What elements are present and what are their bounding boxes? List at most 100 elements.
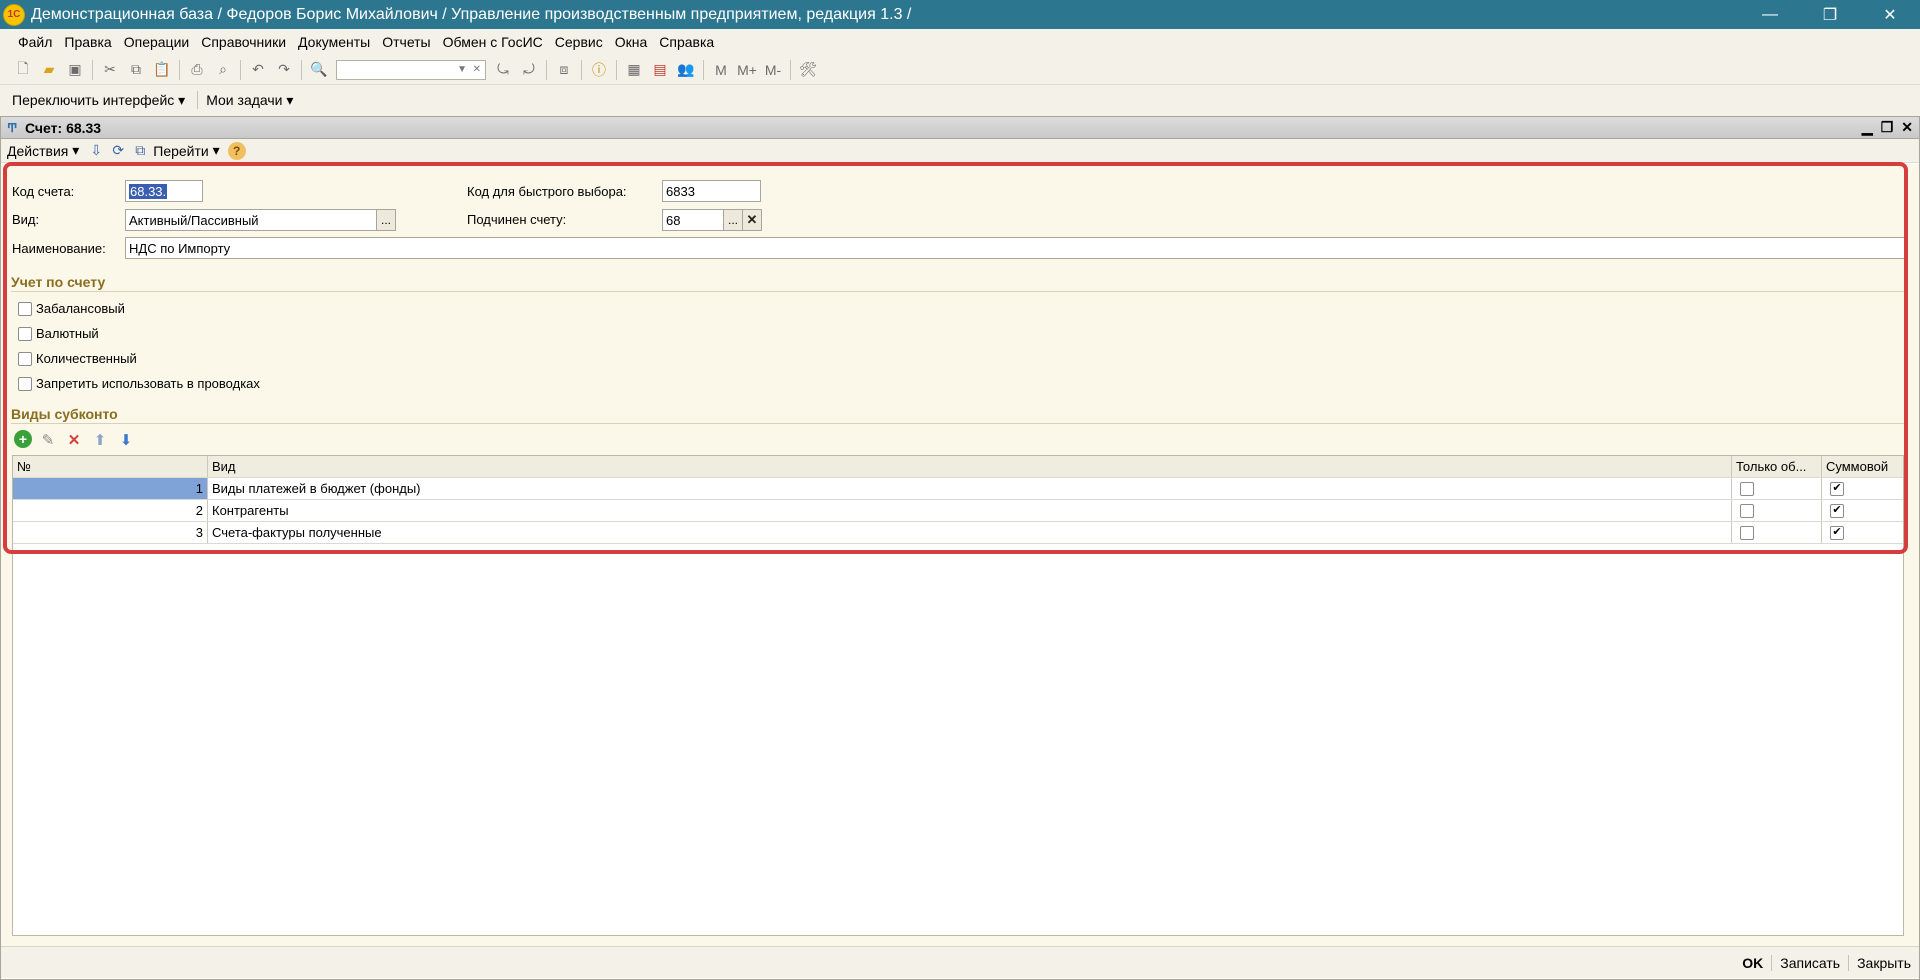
menu-bar: Файл Правка Операции Справочники Докумен… [0, 29, 1920, 55]
row-number[interactable]: 1 [13, 478, 208, 499]
actions-menu-button[interactable]: Действия ▾ [7, 142, 79, 159]
kind-select-button[interactable]: ... [376, 209, 396, 231]
row-kind[interactable]: Контрагенты [208, 500, 1732, 521]
search-icon[interactable]: 🔍 [308, 59, 330, 81]
turnover-only-checkbox[interactable] [1740, 481, 1754, 496]
delete-icon[interactable]: ✕ [64, 430, 84, 450]
menu-documents[interactable]: Документы [298, 34, 370, 50]
copy-icon[interactable]: ⧉ [125, 59, 147, 81]
checkbox-box[interactable] [18, 376, 32, 391]
currency-checkbox[interactable]: Валютный [18, 326, 99, 341]
edit-icon[interactable]: ✎ [38, 430, 58, 450]
undo-icon[interactable]: ↶ [247, 59, 269, 81]
goto-menu-button[interactable]: Перейти ▾ [153, 142, 219, 159]
table-row[interactable]: 3 Счета-фактуры полученные ✔ [13, 522, 1903, 544]
menu-file[interactable]: Файл [18, 34, 52, 50]
column-header-sum[interactable]: Суммовой [1822, 456, 1903, 477]
off-balance-checkbox[interactable]: Забалансовый [18, 301, 125, 316]
cut-icon[interactable]: ✂ [99, 59, 121, 81]
users-icon[interactable]: 👥 [675, 59, 697, 81]
column-header-kind[interactable]: Вид [208, 456, 1732, 477]
menu-gosis-exchange[interactable]: Обмен с ГосИС [443, 34, 543, 50]
parent-select-button[interactable]: ... [723, 209, 743, 231]
menu-windows[interactable]: Окна [615, 34, 648, 50]
row-turnover-only-cell[interactable] [1732, 522, 1822, 543]
tools-icon[interactable]: 🛠 [797, 59, 819, 81]
minimize-button[interactable]: — [1740, 0, 1800, 29]
row-kind[interactable]: Счета-фактуры полученные [208, 522, 1732, 543]
move-up-icon[interactable]: ⬆ [90, 430, 110, 450]
menu-edit[interactable]: Правка [64, 34, 111, 50]
sum-checkbox[interactable]: ✔ [1830, 525, 1844, 540]
close-button[interactable]: Закрыть [1848, 954, 1911, 971]
document-close-icon[interactable]: ✕ [1901, 119, 1913, 136]
menu-reports[interactable]: Отчеты [382, 34, 430, 50]
parent-input[interactable]: 68 [662, 209, 726, 231]
save-and-close-icon[interactable]: ⇩ [87, 142, 105, 160]
redo-icon[interactable]: ↷ [273, 59, 295, 81]
open-folder-icon[interactable]: ▰ [38, 59, 60, 81]
forbid-postings-checkbox[interactable]: Запретить использовать в проводках [18, 376, 260, 391]
row-sum-cell[interactable]: ✔ [1822, 478, 1903, 499]
new-document-icon[interactable]: 🗋 [12, 59, 34, 81]
memory-plus-icon[interactable]: M+ [736, 59, 758, 81]
calculator-icon[interactable]: ▦ [623, 59, 645, 81]
row-number[interactable]: 3 [13, 522, 208, 543]
parent-clear-button[interactable]: ✕ [742, 209, 762, 231]
save-button[interactable]: Записать [1771, 954, 1840, 971]
table-row[interactable]: 1 Виды платежей в бюджет (фонды) ✔ [13, 478, 1903, 500]
add-icon[interactable]: + [14, 430, 32, 448]
sum-checkbox[interactable]: ✔ [1830, 481, 1844, 496]
checkbox-box[interactable] [18, 326, 32, 341]
row-sum-cell[interactable]: ✔ [1822, 522, 1903, 543]
my-tasks-button[interactable]: Мои задачи ▾ [206, 92, 293, 109]
menu-operations[interactable]: Операции [124, 34, 190, 50]
name-input[interactable]: НДС по Импорту [125, 237, 1907, 259]
turnover-only-checkbox[interactable] [1740, 525, 1754, 540]
calendar-icon[interactable]: ▤ [649, 59, 671, 81]
move-down-icon[interactable]: ⬇ [116, 430, 136, 450]
save-icon[interactable]: ▣ [64, 59, 86, 81]
print-icon[interactable]: ⎙ [186, 59, 208, 81]
find-prev-icon[interactable]: ⤾ [518, 59, 540, 81]
memory-minus-icon[interactable]: M- [762, 59, 784, 81]
paste-icon[interactable]: 📋 [151, 59, 173, 81]
goto-icon[interactable]: ⧉ [131, 142, 149, 160]
document-restore-icon[interactable]: ❐ [1881, 119, 1894, 136]
checkbox-box[interactable] [18, 351, 32, 366]
row-turnover-only-cell[interactable] [1732, 500, 1822, 521]
windows-icon[interactable]: ⧈ [553, 59, 575, 81]
row-sum-cell[interactable]: ✔ [1822, 500, 1903, 521]
find-next-icon[interactable]: ⤿ [492, 59, 514, 81]
memory-m-icon[interactable]: M [710, 59, 732, 81]
info-icon[interactable]: ⓘ [588, 59, 610, 81]
quantity-checkbox[interactable]: Количественный [18, 351, 137, 366]
table-row[interactable]: 2 Контрагенты ✔ [13, 500, 1903, 522]
close-window-button[interactable]: ✕ [1860, 0, 1920, 29]
search-input[interactable]: ▼ ✕ [336, 59, 486, 80]
checkbox-box[interactable] [18, 301, 32, 316]
search-clear-icon[interactable]: ✕ [473, 64, 481, 75]
row-number[interactable]: 2 [13, 500, 208, 521]
refresh-icon[interactable]: ⟳ [109, 142, 127, 160]
column-header-number[interactable]: № [13, 456, 208, 477]
sum-checkbox[interactable]: ✔ [1830, 503, 1844, 518]
row-turnover-only-cell[interactable] [1732, 478, 1822, 499]
menu-catalogs[interactable]: Справочники [201, 34, 286, 50]
switch-interface-button[interactable]: Переключить интерфейс ▾ [12, 92, 185, 109]
quick-code-input[interactable]: 6833 [662, 180, 761, 202]
search-dropdown-icon[interactable]: ▼ [457, 64, 467, 75]
help-icon[interactable]: ? [227, 141, 246, 160]
code-input[interactable]: 68.33. [125, 180, 203, 202]
column-header-turnover-only[interactable]: Только об... [1732, 456, 1822, 477]
menu-service[interactable]: Сервис [555, 34, 603, 50]
ok-button[interactable]: OK [1734, 955, 1763, 971]
kind-input[interactable]: Активный/Пассивный [125, 209, 378, 231]
document-minimize-icon[interactable]: ▁ [1862, 119, 1873, 136]
turnover-only-checkbox[interactable] [1740, 503, 1754, 518]
row-kind[interactable]: Виды платежей в бюджет (фонды) [208, 478, 1732, 499]
restore-button[interactable]: ❐ [1800, 0, 1860, 29]
menu-help[interactable]: Справка [659, 34, 714, 50]
print-preview-icon[interactable]: ⌕ [212, 59, 234, 81]
title-bar: 1С Демонстрационная база / Федоров Борис… [0, 0, 1920, 29]
